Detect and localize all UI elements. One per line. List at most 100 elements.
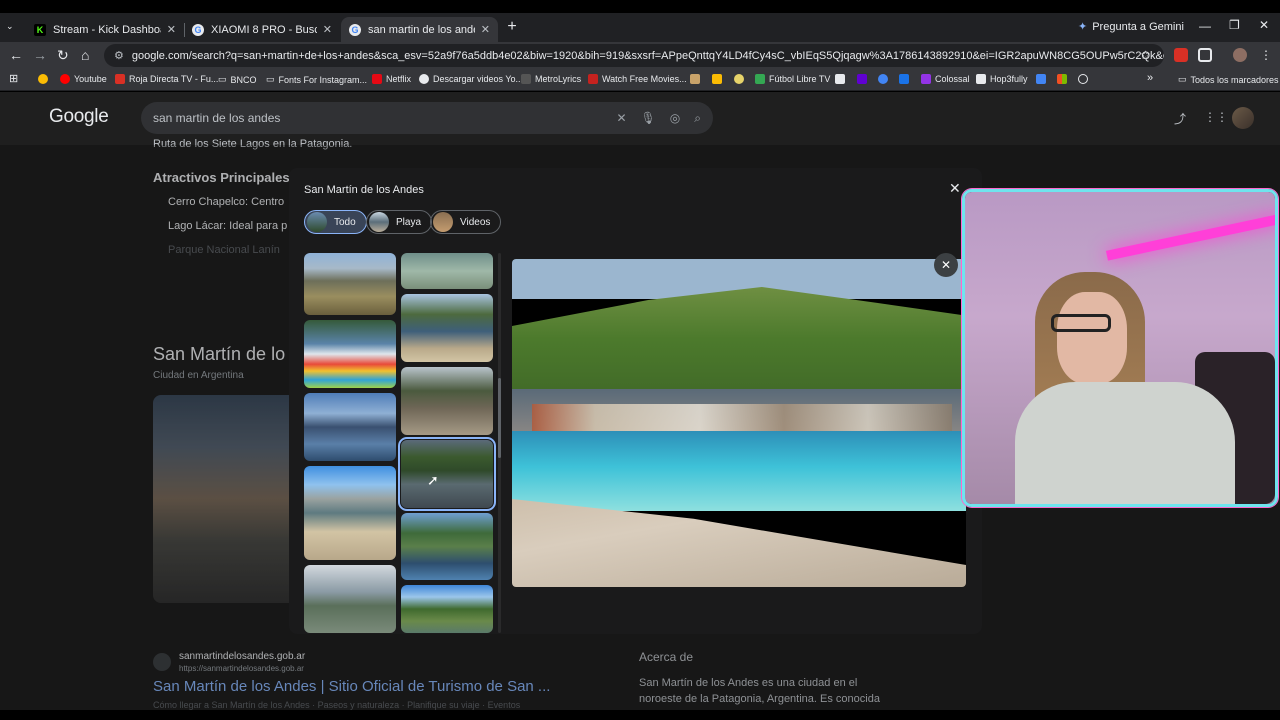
preview-image[interactable] [512,259,966,587]
folder-icon: ▭ [266,74,275,84]
restore-icon[interactable]: ❐ [1229,18,1240,32]
chip-thumbnail [433,212,453,232]
search-box[interactable]: san martin de los andes ✕ 🎙 ◎ ⌕ [141,102,713,134]
google-icon: G [349,23,361,36]
thumbnail-image[interactable] [401,294,493,362]
image-viewer-modal: San Martín de los Andes ✕ Todo Playa Vid… [289,168,982,634]
google-logo[interactable]: Google [49,106,109,128]
bookmark-emoji[interactable] [38,74,48,84]
address-bar[interactable]: ⚙ google.com/search?q=san+martin+de+los+… [104,44,1164,67]
close-tab-icon[interactable]: ✕ [167,23,176,36]
tab-search-icon[interactable]: ⌄ [6,21,14,32]
bookmark-icon [712,74,722,84]
back-icon[interactable]: ← [9,47,23,63]
globe-icon [1078,74,1088,84]
browser-toolbar: ← → ↻ ⌂ ⚙ google.com/search?q=san+martin… [0,42,1280,69]
bookmark-icon [1036,74,1046,84]
search-icon[interactable]: ⌕ [694,111,701,126]
bookmark-watch-free[interactable]: Watch Free Movies... [588,74,687,84]
bookmark-label: Roja Directa TV - Fu... [129,74,219,84]
futbol-icon [755,74,765,84]
bookmark-futbol-libre[interactable]: Fútbol Libre TV [755,74,830,84]
bookmark-hop3fully[interactable]: Hop3fully [976,74,1028,84]
forward-icon[interactable]: → [33,47,47,63]
bookmark-misc-3[interactable] [734,74,744,84]
chip-videos[interactable]: Videos [430,210,502,234]
profile-avatar[interactable] [1233,48,1247,62]
bookmark-misc-6[interactable] [899,74,909,84]
bookmark-roja-directa[interactable]: Roja Directa TV - Fu... [115,74,218,84]
thumbnail-image[interactable] [304,466,396,560]
glasses [1051,314,1111,332]
chip-label: Todo [334,216,356,228]
hop3fully-icon [976,74,986,84]
bookmark-star-icon[interactable]: ☆ [1140,48,1151,62]
bookmark-all[interactable]: ▭ Todos los marcadores [1178,74,1279,85]
extensions-puzzle-icon[interactable] [1198,48,1212,62]
clear-icon[interactable]: ✕ [616,111,626,126]
close-preview-icon[interactable]: ✕ [934,253,958,277]
bookmark-misc-2[interactable] [712,74,722,84]
tab-kick-dashboard[interactable]: K Stream - Kick Dashboard ✕ [26,17,184,42]
close-tab-icon[interactable]: ✕ [323,23,332,36]
more-bookmarks-icon[interactable]: » [1147,72,1153,84]
bookmark-icon [690,74,700,84]
chip-label: Videos [460,216,491,228]
close-tab-icon[interactable]: ✕ [481,23,490,36]
folder-icon: ▭ [1178,74,1187,84]
tab-xiaomi-search[interactable]: G XIAOMI 8 PRO - Buscar con Go ✕ [184,17,340,42]
new-tab-button[interactable]: + [502,17,522,37]
search-actions: ✕ 🎙 ◎ ⌕ [616,111,701,126]
download-icon [419,74,429,84]
thumbnail-image[interactable] [304,253,396,315]
close-window-icon[interactable]: ✕ [1259,18,1269,32]
bookmark-youtube[interactable]: Youtube [60,74,107,84]
microphone-icon[interactable]: 🎙 [641,111,656,126]
search-query: san martin de los andes [153,111,281,125]
thumbnail-image[interactable] [401,585,493,633]
bookmark-metrolyrics[interactable]: MetroLyrics [521,74,581,84]
thumbnail-image[interactable] [304,565,396,633]
bookmark-colossal[interactable]: Colossal [921,74,970,84]
thumbnail-image[interactable] [304,393,396,461]
home-icon[interactable]: ⌂ [81,47,89,63]
gemini-button[interactable]: ✦ Pregunta a Gemini [1078,20,1184,34]
user-avatar[interactable] [1232,107,1254,129]
bookmark-yahoo[interactable] [857,74,867,84]
bookmark-misc-4[interactable] [835,74,845,84]
thumbnail-image[interactable] [401,253,493,289]
bookmark-misc-8[interactable] [1078,74,1088,84]
share-icon[interactable]: ⤴ [1174,110,1186,127]
thumbnail-image[interactable] [401,367,493,435]
menu-icon[interactable]: ⋮ [1260,48,1272,62]
bookmark-bnco[interactable]: ▭ BNCO [218,74,257,85]
grid-scrollbar-thumb[interactable] [498,378,501,458]
site-info-icon[interactable]: ⚙ [114,49,124,62]
bookmark-icon [899,74,909,84]
lake-water [512,431,966,511]
bookmark-misc-5[interactable] [878,74,888,84]
bookmark-descargar[interactable]: Descargar videos Yo... [419,74,523,84]
thumbnail-image[interactable] [304,320,396,388]
bookmark-microsoft[interactable] [1057,74,1067,84]
thumbnail-image-selected[interactable] [398,437,496,511]
bookmark-netflix[interactable]: Netflix [372,74,411,84]
apps-grid-icon[interactable]: ⊞ [9,72,18,85]
bookmark-fonts[interactable]: ▭ Fonts For Instagram... [266,74,367,85]
folder-icon: ▭ [218,74,227,84]
bookmarks-bar: ⊞ Youtube Roja Directa TV - Fu... ▭ BNCO … [0,69,1280,91]
bookmark-label: Descargar videos Yo... [433,74,524,84]
google-apps-icon[interactable]: ⋮⋮ [1204,110,1228,124]
chip-playa[interactable]: Playa [366,210,433,234]
minimize-icon[interactable]: — [1199,19,1211,33]
close-modal-icon[interactable]: ✕ [949,180,961,197]
lens-icon[interactable]: ◎ [670,111,680,126]
bookmark-misc-1[interactable] [690,74,700,84]
chip-todo[interactable]: Todo [304,210,367,234]
bookmark-misc-7[interactable] [1036,74,1046,84]
emoji-icon [38,74,48,84]
thumbnail-image[interactable] [401,513,493,580]
tab-san-martin-search[interactable]: G san martin de los andes - Busca ✕ [341,17,498,42]
extension-icon[interactable] [1174,48,1188,62]
reload-icon[interactable]: ↻ [57,47,69,64]
